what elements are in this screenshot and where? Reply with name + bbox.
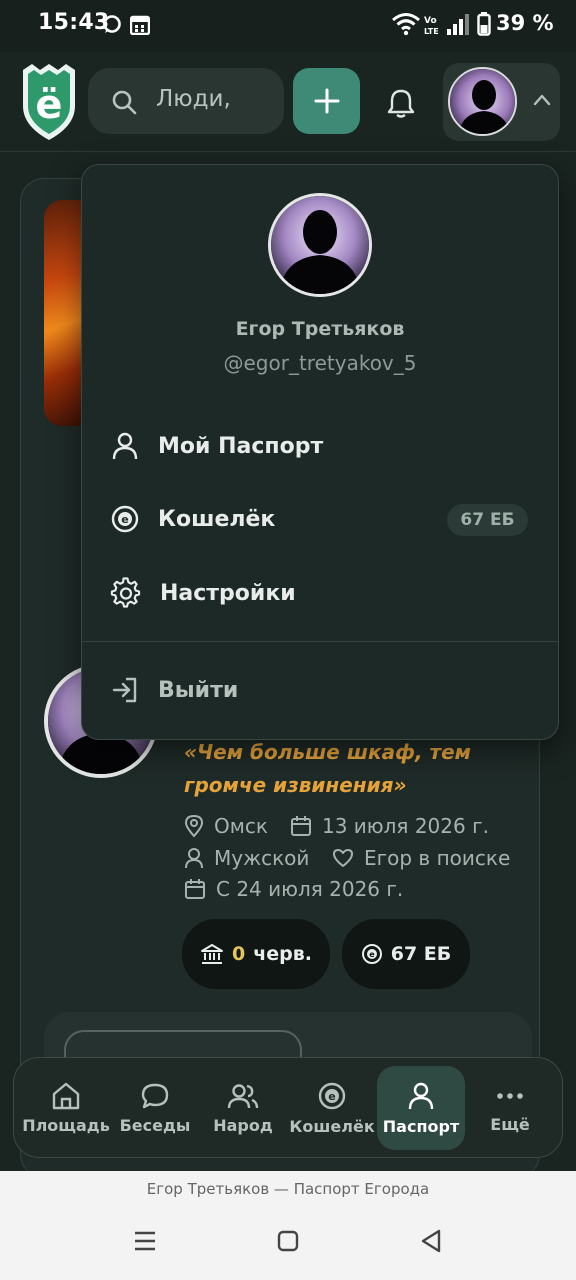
more-icon [497, 1092, 523, 1099]
notifications-button[interactable] [378, 80, 424, 126]
search-placeholder: Люди, [156, 86, 231, 112]
bank-icon [200, 944, 223, 964]
nav-item-chats[interactable]: Беседы [112, 1066, 198, 1150]
nav-label: Паспорт [382, 1116, 460, 1136]
home-button-icon[interactable] [277, 1230, 299, 1252]
battery-percent: 39 % [496, 11, 554, 35]
app-logo-icon[interactable]: ё [20, 62, 78, 142]
calendar-notification-icon [130, 15, 150, 35]
wallet-balance: 67 ЕБ [390, 943, 452, 965]
svg-text:е: е [121, 513, 128, 526]
treasury-value: 0 [231, 943, 246, 965]
dropdown-user-handle: @egor_tretyakov_5 [223, 351, 417, 375]
info-row-gender: Мужской [184, 846, 309, 870]
nav-item-more[interactable]: Ещё [466, 1066, 554, 1150]
info-row-status: Егор в поиске [332, 846, 510, 870]
signal-icon [447, 14, 469, 35]
location-pin-icon [184, 814, 204, 838]
dropdown-user-name: Егор Третьяков [235, 318, 405, 340]
recent-apps-icon[interactable] [133, 1229, 157, 1253]
gear-icon [110, 577, 141, 608]
coin-icon: е [111, 505, 139, 533]
heart-icon [333, 849, 353, 867]
nav-item-wallet[interactable]: е Кошелёк [288, 1066, 376, 1150]
nav-item-passport[interactable]: Паспорт [377, 1066, 465, 1150]
treasury-unit: черв. [253, 943, 312, 965]
search-icon [112, 90, 137, 115]
menu-item-label: Настройки [160, 580, 296, 606]
nav-label: Беседы [119, 1115, 191, 1135]
logout-label: Выйти [158, 677, 239, 703]
wallet-balance-badge: 67 ЕБ [447, 504, 528, 536]
status-text: Егор в поиске [364, 846, 511, 870]
menu-item-passport[interactable]: Мой Паспорт [110, 426, 540, 466]
wifi-icon [392, 13, 420, 36]
info-row-city: Омск [184, 814, 268, 838]
messenger-notification-icon [103, 15, 121, 33]
home-icon [52, 1082, 80, 1109]
nav-label: Кошелёк [289, 1116, 375, 1136]
svg-text:е: е [328, 1090, 335, 1103]
coin-icon: е [318, 1082, 346, 1109]
user-icon [112, 432, 138, 460]
bell-icon [387, 89, 415, 118]
nav-label: Ещё [490, 1114, 530, 1134]
user-icon [408, 1082, 434, 1109]
logout-icon [112, 677, 137, 703]
nav-label: Народ [213, 1115, 273, 1135]
header-avatar[interactable] [448, 67, 517, 136]
back-icon[interactable] [420, 1229, 442, 1253]
calendar-icon [291, 816, 311, 836]
since-text: С 24 июля 2026 г. [216, 877, 404, 901]
volte-icon: Vo LTE [424, 16, 439, 36]
status-time: 15:43 [38, 10, 110, 35]
menu-item-settings[interactable]: Настройки [110, 573, 540, 613]
treasury-pill[interactable]: 0 черв. [182, 919, 330, 989]
person-icon [185, 848, 203, 869]
cover-image [44, 200, 84, 426]
date-text: 13 июля 2026 г. [322, 814, 489, 838]
logo-letter: ё [35, 82, 62, 128]
dropdown-avatar[interactable] [268, 193, 372, 297]
city-text: Омск [214, 814, 268, 838]
menu-item-logout[interactable]: Выйти [110, 670, 540, 710]
calendar-icon [185, 879, 205, 899]
coin-icon: е [361, 944, 382, 964]
info-row-since: С 24 июля 2026 г. [184, 877, 403, 901]
svg-text:LTE: LTE [424, 27, 439, 36]
people-icon [227, 1083, 259, 1108]
nav-item-square[interactable]: Площадь [22, 1066, 110, 1150]
profile-quote: «Чем больше шкаф, тем громче извинения» [184, 740, 472, 797]
wallet-pill[interactable]: е 67 ЕБ [342, 919, 470, 989]
menu-item-label: Кошелёк [158, 506, 276, 532]
menu-divider [81, 641, 559, 642]
menu-item-label: Мой Паспорт [158, 433, 324, 459]
svg-text:Vo: Vo [424, 16, 437, 26]
page-title-caption: Егор Третьяков — Паспорт Егорода [146, 1180, 430, 1198]
battery-icon [477, 12, 491, 36]
plus-icon [314, 88, 339, 114]
gender-text: Мужской [214, 846, 310, 870]
chevron-up-icon [533, 94, 551, 106]
create-button[interactable] [293, 68, 360, 134]
nav-item-people[interactable]: Народ [200, 1066, 286, 1150]
svg-text:е: е [369, 950, 375, 959]
chat-icon [141, 1083, 169, 1108]
info-row-date: 13 июля 2026 г. [290, 814, 489, 838]
nav-label: Площадь [22, 1115, 110, 1135]
